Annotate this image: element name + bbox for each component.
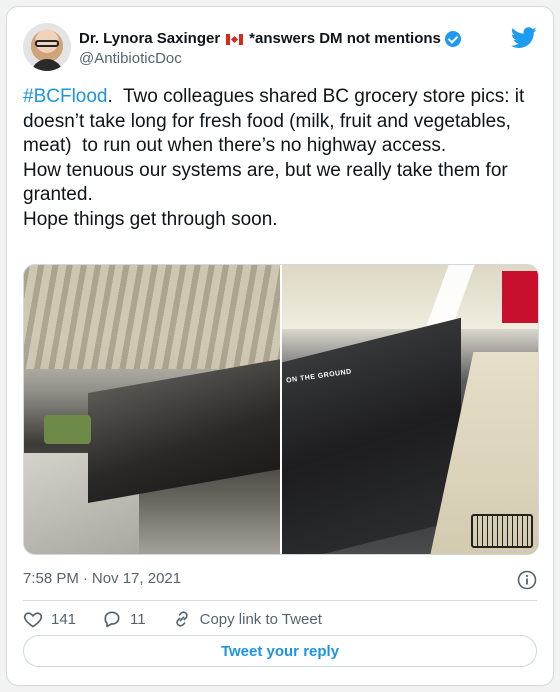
display-name-row[interactable]: Dr. Lynora Saxinger *answers DM not ment… bbox=[79, 29, 499, 49]
tweet-text: #BCFlood. Two colleagues shared BC groce… bbox=[23, 85, 543, 232]
copy-link-button[interactable]: Copy link to Tweet bbox=[172, 609, 322, 629]
hashtag-link[interactable]: #BCFlood bbox=[23, 86, 108, 107]
tweet-date[interactable]: Nov 17, 2021 bbox=[92, 570, 181, 587]
photo-empty-cooler bbox=[282, 317, 462, 554]
author-handle[interactable]: @AntibioticDoc bbox=[79, 49, 499, 69]
media-grid: ON THE GROUND bbox=[23, 264, 539, 555]
speech-bubble-icon bbox=[104, 611, 120, 628]
like-count: 141 bbox=[51, 610, 77, 628]
photo-produce-remnants bbox=[44, 415, 91, 445]
avatar-body bbox=[31, 59, 63, 71]
photo-ceiling bbox=[282, 265, 538, 329]
verified-badge-icon bbox=[444, 31, 461, 47]
photo-empty-produce-aisle[interactable] bbox=[24, 265, 280, 554]
tweet-body: . Two colleagues shared BC grocery store… bbox=[23, 86, 525, 230]
avatar-glasses bbox=[35, 40, 59, 47]
avatar[interactable] bbox=[23, 23, 71, 71]
heart-icon bbox=[23, 612, 43, 628]
photo-shopping-cart bbox=[471, 513, 533, 549]
tweet-card: Dr. Lynora Saxinger *answers DM not ment… bbox=[6, 6, 554, 686]
timestamp-separator: · bbox=[82, 570, 88, 587]
tweet-actions: 141 11 Copy link to Tweet bbox=[23, 604, 348, 634]
info-icon[interactable] bbox=[517, 570, 537, 590]
tweet-time[interactable]: 7:58 PM bbox=[23, 570, 79, 587]
divider bbox=[23, 600, 537, 601]
copy-link-label: Copy link to Tweet bbox=[199, 610, 322, 628]
link-icon bbox=[175, 611, 188, 627]
canada-flag-icon bbox=[226, 33, 244, 45]
reply-button[interactable]: 11 bbox=[102, 609, 146, 629]
photo-empty-cooler-aisle[interactable]: ON THE GROUND bbox=[282, 265, 538, 554]
twitter-bird-icon[interactable] bbox=[511, 27, 537, 49]
tweet-header: Dr. Lynora Saxinger *answers DM not ment… bbox=[23, 23, 537, 73]
tweet-your-reply-button[interactable]: Tweet your reply bbox=[23, 635, 537, 667]
photo-ceiling bbox=[24, 265, 280, 370]
tweet-timestamp[interactable]: 7:58 PM · Nov 17, 2021 bbox=[23, 570, 181, 587]
photo-empty-shelf bbox=[88, 356, 280, 503]
display-name[interactable]: Dr. Lynora Saxinger bbox=[79, 29, 220, 49]
reply-count: 11 bbox=[130, 610, 146, 628]
display-name-suffix[interactable]: *answers DM not mentions bbox=[249, 29, 441, 49]
like-button[interactable]: 141 bbox=[23, 609, 76, 629]
author-names: Dr. Lynora Saxinger *answers DM not ment… bbox=[79, 29, 499, 69]
photo-red-sign bbox=[502, 270, 538, 323]
